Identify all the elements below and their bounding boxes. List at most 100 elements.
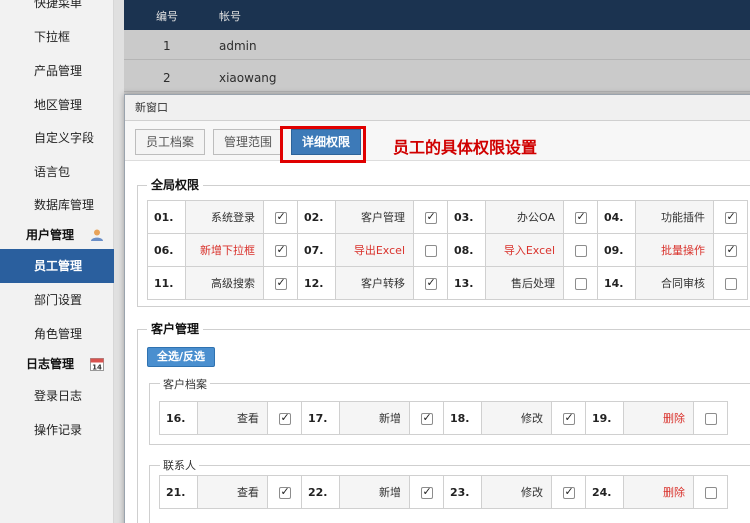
employee-table: 编号 帐号 1 admin 2 xiaowang: [124, 0, 750, 100]
sidebar-item-departments[interactable]: 部门设置: [0, 283, 114, 317]
cell-account: xiaowang: [219, 71, 277, 85]
table-row[interactable]: 2 xiaowang: [124, 62, 750, 92]
customer-management-legend: 客户管理: [147, 320, 204, 337]
perm-num: 24.: [585, 475, 624, 509]
perm-num: 19.: [585, 401, 624, 435]
perm-label: 批量操作: [635, 233, 714, 267]
column-header-account[interactable]: 帐号: [219, 8, 241, 24]
contact-legend: 联系人: [160, 457, 199, 473]
perm-label: 售后处理: [485, 266, 564, 300]
checkbox-archive-edit[interactable]: [562, 411, 575, 425]
perm-check-cell: [413, 200, 448, 234]
dialog-title[interactable]: 新窗口: [125, 95, 750, 121]
checkbox-add-dropdown[interactable]: [274, 243, 287, 257]
sidebar-item-employees[interactable]: 员工管理: [0, 249, 114, 283]
perm-check-cell: [263, 266, 298, 300]
tab-management-scope[interactable]: 管理范围: [213, 129, 284, 155]
contact-table: 21. 查看 22. 新增 23. 修改 24. 删除: [159, 475, 728, 509]
perm-num: 14.: [597, 266, 636, 300]
perm-check-cell: [551, 401, 586, 435]
sidebar-group-label: 日志管理: [26, 357, 75, 371]
perm-num: 06.: [147, 233, 186, 267]
cell-account: admin: [219, 39, 257, 53]
checkbox-plugins[interactable]: [724, 210, 737, 224]
checkbox-archive-view[interactable]: [278, 411, 291, 425]
perm-check-cell: [551, 475, 586, 509]
perm-label: 客户管理: [335, 200, 414, 234]
checkbox-contact-delete[interactable]: [704, 486, 717, 499]
sidebar-item-database[interactable]: 数据库管理: [0, 188, 114, 222]
sidebar-group-users[interactable]: 用户管理: [0, 220, 114, 250]
sidebar-item-operation-log[interactable]: 操作记录: [0, 413, 114, 447]
perm-check-cell: [409, 475, 444, 509]
table-row[interactable]: 1 admin: [124, 30, 750, 60]
checkbox-batch-operation[interactable]: [724, 243, 737, 257]
sidebar-item-quick-menu[interactable]: 快捷菜单: [0, 0, 114, 20]
checkbox-advanced-search[interactable]: [274, 276, 287, 290]
sidebar-item-regions[interactable]: 地区管理: [0, 88, 114, 122]
perm-num: 22.: [301, 475, 340, 509]
annotation-note: 员工的具体权限设置: [393, 138, 538, 157]
perm-check-cell: [263, 200, 298, 234]
checkbox-import-excel[interactable]: [574, 244, 587, 257]
perm-num: 21.: [159, 475, 198, 509]
cell-id: 1: [163, 39, 171, 53]
sidebar-item-login-log[interactable]: 登录日志: [0, 379, 114, 413]
perm-label: 办公OA: [485, 200, 564, 234]
perm-check-cell: [713, 233, 748, 267]
perm-num: 03.: [447, 200, 486, 234]
checkbox-customer-management[interactable]: [424, 210, 437, 224]
perm-check-cell: [563, 266, 598, 300]
perm-label: 系统登录: [185, 200, 264, 234]
checkbox-export-excel[interactable]: [424, 244, 437, 257]
permission-row: 21. 查看 22. 新增 23. 修改 24. 删除: [159, 475, 728, 509]
checkbox-contact-add[interactable]: [420, 485, 433, 499]
perm-num: 18.: [443, 401, 482, 435]
checkbox-system-login[interactable]: [274, 210, 287, 224]
permission-row: 01. 系统登录 02. 客户管理 03. 办公OA 04. 功能插件: [147, 200, 748, 234]
checkbox-contact-edit[interactable]: [562, 485, 575, 499]
checkbox-archive-add[interactable]: [420, 411, 433, 425]
permission-row: 16. 查看 17. 新增 18. 修改 19. 删除: [159, 401, 728, 435]
perm-label: 新增下拉框: [185, 233, 264, 267]
sidebar-item-language-pack[interactable]: 语言包: [0, 155, 114, 189]
perm-label: 高级搜索: [185, 266, 264, 300]
calendar-icon: 14: [90, 358, 104, 372]
sidebar-item-roles[interactable]: 角色管理: [0, 317, 114, 351]
perm-label: 客户转移: [335, 266, 414, 300]
perm-num: 13.: [447, 266, 486, 300]
perm-num: 07.: [297, 233, 336, 267]
perm-check-cell: [413, 233, 448, 267]
perm-num: 16.: [159, 401, 198, 435]
sidebar: 快捷菜单 下拉框 产品管理 地区管理 自定义字段 语言包 数据库管理 用户管理 …: [0, 0, 114, 523]
perm-label: 导出Excel: [335, 233, 414, 267]
table-header: 编号 帐号: [124, 0, 750, 30]
customer-archive-legend: 客户档案: [160, 376, 210, 392]
perm-label: 查看: [197, 475, 268, 509]
customer-archive-table: 16. 查看 17. 新增 18. 修改 19. 删除: [159, 401, 728, 435]
perm-check-cell: [409, 401, 444, 435]
perm-num: 23.: [443, 475, 482, 509]
cell-id: 2: [163, 71, 171, 85]
sidebar-item-dropdown[interactable]: 下拉框: [0, 20, 114, 54]
global-permissions-legend: 全局权限: [147, 176, 204, 193]
checkbox-customer-transfer[interactable]: [424, 276, 437, 290]
sidebar-group-logs[interactable]: 日志管理 14: [0, 349, 114, 379]
permission-row: 06. 新增下拉框 07. 导出Excel 08. 导入Excel 09. 批量…: [147, 233, 748, 267]
perm-label: 导入Excel: [485, 233, 564, 267]
column-header-id[interactable]: 编号: [156, 8, 178, 24]
checkbox-office-oa[interactable]: [574, 210, 587, 224]
checkbox-contact-view[interactable]: [278, 485, 291, 499]
checkbox-after-sales[interactable]: [574, 277, 587, 290]
checkbox-contract-review[interactable]: [724, 277, 737, 290]
sidebar-item-custom-fields[interactable]: 自定义字段: [0, 121, 114, 155]
perm-check-cell: [267, 475, 302, 509]
perm-num: 12.: [297, 266, 336, 300]
select-all-button[interactable]: 全选/反选: [147, 347, 216, 367]
tab-employee-profile[interactable]: 员工档案: [135, 129, 206, 155]
calendar-badge: 14: [92, 364, 102, 372]
sidebar-item-products[interactable]: 产品管理: [0, 54, 114, 88]
checkbox-archive-delete[interactable]: [704, 412, 717, 425]
perm-label: 查看: [197, 401, 268, 435]
perm-num: 02.: [297, 200, 336, 234]
